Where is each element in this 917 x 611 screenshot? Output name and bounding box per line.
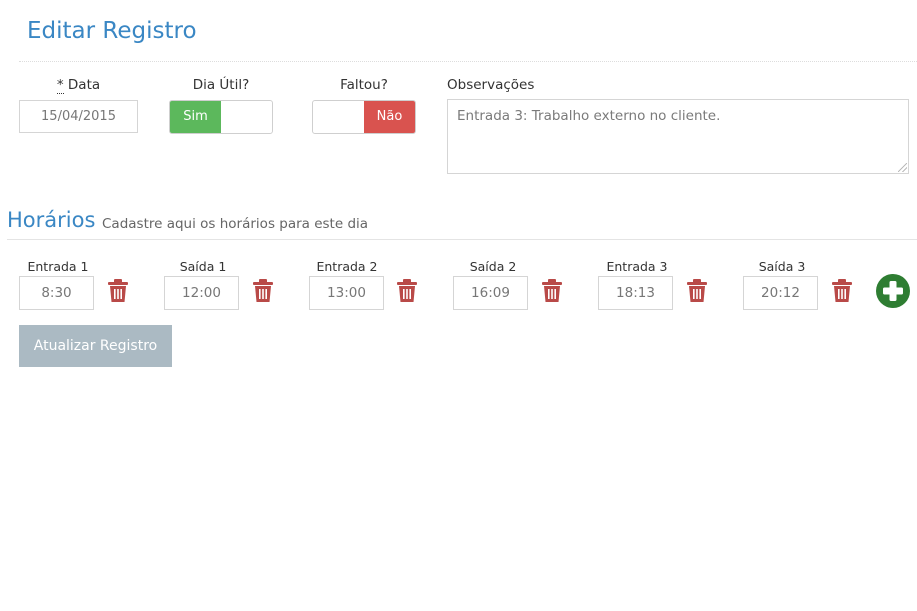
update-record-button[interactable]: Atualizar Registro [19, 325, 172, 367]
section-subtitle: Cadastre aqui os horários para este dia [102, 216, 369, 232]
dia-util-knob [221, 101, 272, 133]
trash-icon[interactable] [107, 279, 129, 303]
observacoes-textarea[interactable]: Entrada 3: Trabalho externo no cliente. [447, 99, 909, 174]
edit-record-page: Editar Registro * Data 15/04/2015 Dia Út… [0, 0, 917, 611]
faltou-label: Faltou? [340, 77, 388, 93]
time-input[interactable]: 18:13 [598, 276, 673, 310]
faltou-off-label: Não [364, 101, 415, 133]
trash-icon[interactable] [686, 279, 708, 303]
time-input[interactable]: 20:12 [743, 276, 818, 310]
page-title: Editar Registro [27, 18, 197, 44]
time-input[interactable]: 16:09 [453, 276, 528, 310]
title-divider [19, 61, 917, 62]
trash-icon[interactable] [252, 279, 274, 303]
observacoes-label: Observações [447, 77, 535, 93]
time-input[interactable]: 8:30 [19, 276, 94, 310]
faltou-toggle[interactable]: Não [312, 100, 416, 134]
section-title: Horários [7, 208, 96, 232]
dia-util-on-label: Sim [170, 101, 221, 133]
time-label: Saída 3 [758, 259, 806, 274]
trash-icon[interactable] [541, 279, 563, 303]
date-label: * Data [19, 77, 138, 94]
plus-circle-icon[interactable] [876, 274, 910, 308]
time-label: Saída 2 [469, 259, 517, 274]
dia-util-toggle[interactable]: Sim [169, 100, 273, 134]
faltou-knob [313, 101, 364, 133]
trash-icon[interactable] [396, 279, 418, 303]
dia-util-label: Dia Útil? [192, 77, 250, 93]
time-label: Entrada 3 [606, 259, 668, 274]
time-input[interactable]: 13:00 [309, 276, 384, 310]
time-label: Entrada 1 [27, 259, 89, 274]
trash-icon[interactable] [831, 279, 853, 303]
observacoes-text: Entrada 3: Trabalho externo no cliente. [457, 108, 721, 124]
date-label-text: Data [67, 77, 101, 93]
required-mark: * [56, 77, 64, 94]
time-label: Entrada 2 [316, 259, 378, 274]
date-input[interactable]: 15/04/2015 [19, 100, 138, 133]
resize-grip-icon[interactable] [898, 163, 907, 172]
time-input[interactable]: 12:00 [164, 276, 239, 310]
time-label: Saída 1 [179, 259, 227, 274]
section-divider [7, 239, 917, 240]
